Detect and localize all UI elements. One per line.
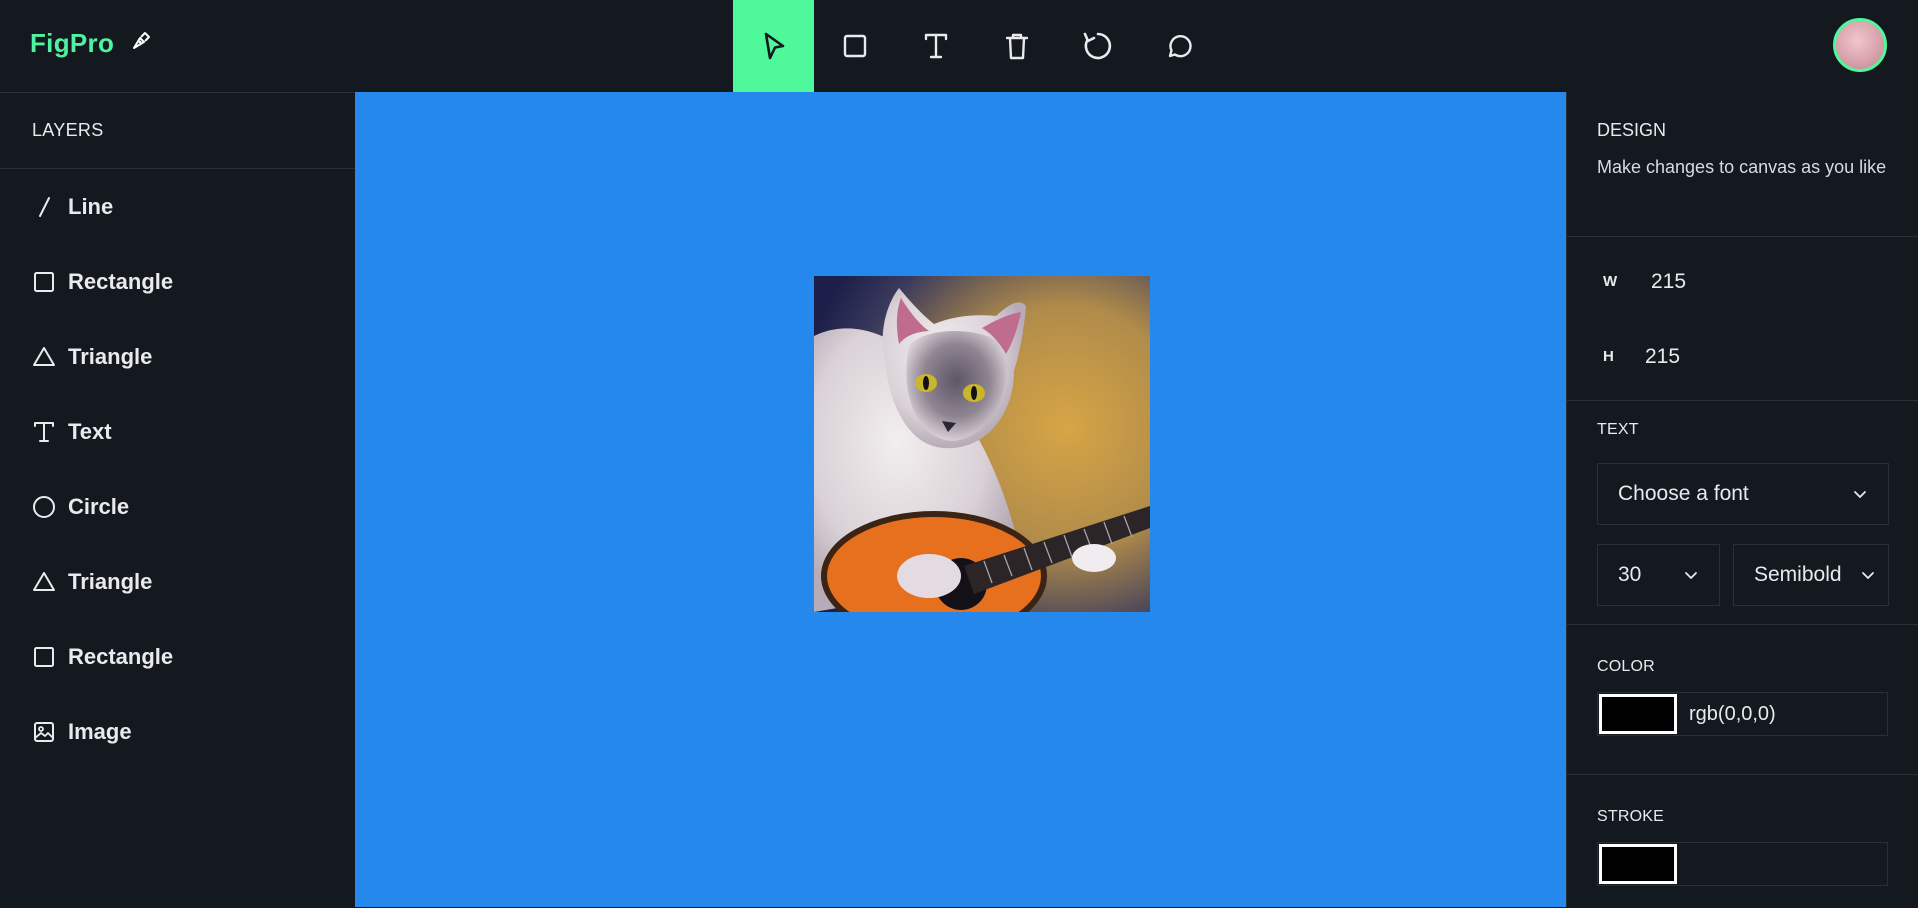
height-label: H bbox=[1603, 348, 1614, 365]
cursor-icon bbox=[764, 32, 784, 60]
text-icon bbox=[924, 33, 947, 59]
text-tool-button[interactable] bbox=[895, 0, 976, 92]
app-logo[interactable]: FigPro bbox=[30, 28, 150, 59]
text-icon bbox=[32, 420, 56, 444]
cat-guitar-image[interactable] bbox=[814, 276, 1150, 612]
font-size-value: 30 bbox=[1618, 563, 1642, 586]
stroke-picker bbox=[1597, 842, 1888, 886]
color-section: COLOR rgb(0,0,0) bbox=[1567, 625, 1918, 775]
square-icon bbox=[843, 34, 866, 58]
font-size-select[interactable]: 30 bbox=[1597, 544, 1720, 606]
stroke-section: STROKE bbox=[1567, 775, 1918, 886]
dimensions-section: W 215 H 215 bbox=[1567, 237, 1918, 401]
layer-item-circle[interactable]: Circle bbox=[0, 469, 355, 544]
chevron-down-icon bbox=[1862, 572, 1874, 579]
design-panel: DESIGN Make changes to canvas as you lik… bbox=[1566, 92, 1918, 907]
chevron-down-icon bbox=[1685, 572, 1697, 579]
triangle-icon bbox=[32, 345, 56, 369]
layer-label: Triangle bbox=[68, 343, 153, 369]
color-value[interactable]: rgb(0,0,0) bbox=[1689, 703, 1776, 726]
trash-icon bbox=[1005, 33, 1028, 60]
width-label: W bbox=[1603, 273, 1618, 290]
stroke-section-title: STROKE bbox=[1597, 808, 1664, 825]
color-swatch[interactable] bbox=[1599, 694, 1677, 734]
layer-label: Rectangle bbox=[68, 643, 174, 669]
layer-label: Line bbox=[68, 193, 114, 219]
reset-tool-button[interactable] bbox=[1057, 0, 1138, 92]
height-input[interactable]: 215 bbox=[1645, 345, 1680, 369]
font-family-value: Choose a font bbox=[1618, 482, 1749, 505]
layers-panel: LAYERS Line Rectangle Triangle Text Circ… bbox=[0, 92, 355, 908]
circle-icon bbox=[32, 495, 56, 519]
layer-item-triangle[interactable]: Triangle bbox=[0, 319, 355, 394]
rectangle-icon bbox=[32, 270, 56, 294]
layer-label: Triangle bbox=[68, 568, 153, 594]
chat-bubble-icon bbox=[1168, 34, 1192, 58]
height-row: H 215 bbox=[1567, 319, 1918, 394]
layer-item-triangle[interactable]: Triangle bbox=[0, 544, 355, 619]
logo-text: FigPro bbox=[30, 28, 115, 58]
layer-item-text[interactable]: Text bbox=[0, 394, 355, 469]
font-weight-value: Semibold bbox=[1754, 563, 1842, 586]
rotate-icon bbox=[1083, 32, 1111, 60]
rectangle-icon bbox=[32, 645, 56, 669]
design-title: DESIGN bbox=[1597, 120, 1667, 140]
color-picker: rgb(0,0,0) bbox=[1597, 692, 1888, 736]
stroke-swatch[interactable] bbox=[1599, 844, 1677, 884]
line-icon bbox=[32, 195, 56, 219]
layer-item-rectangle[interactable]: Rectangle bbox=[0, 619, 355, 694]
layer-item-line[interactable]: Line bbox=[0, 169, 355, 244]
comments-tool-button[interactable] bbox=[1138, 0, 1219, 92]
width-row: W 215 bbox=[1567, 244, 1918, 319]
layer-label: Circle bbox=[68, 493, 130, 519]
layer-label: Image bbox=[68, 718, 132, 744]
tool-bar bbox=[733, 0, 1219, 92]
pen-nib-icon bbox=[133, 32, 150, 49]
rectangle-tool-button[interactable] bbox=[814, 0, 895, 92]
layer-label: Text bbox=[68, 418, 112, 444]
layer-item-rectangle[interactable]: Rectangle bbox=[0, 244, 355, 319]
font-family-select[interactable]: Choose a font bbox=[1597, 463, 1889, 525]
image-icon bbox=[32, 720, 56, 744]
font-weight-select[interactable]: Semibold bbox=[1733, 544, 1889, 606]
select-tool-button[interactable] bbox=[733, 0, 814, 92]
layers-title: LAYERS bbox=[0, 93, 355, 169]
triangle-icon bbox=[32, 570, 56, 594]
user-avatar[interactable] bbox=[1833, 18, 1887, 72]
text-section-title: TEXT bbox=[1597, 421, 1639, 438]
layer-item-image[interactable]: Image bbox=[0, 694, 355, 769]
text-section: TEXT Choose a font 30 Semibold bbox=[1567, 401, 1918, 625]
top-navbar: FigPro bbox=[0, 0, 1918, 92]
design-header: DESIGN Make changes to canvas as you lik… bbox=[1567, 92, 1918, 237]
delete-tool-button[interactable] bbox=[976, 0, 1057, 92]
layer-label: Rectangle bbox=[68, 268, 174, 294]
chevron-down-icon bbox=[1854, 491, 1866, 498]
design-canvas[interactable] bbox=[355, 92, 1566, 907]
width-input[interactable]: 215 bbox=[1651, 270, 1686, 294]
design-subtitle: Make changes to canvas as you like bbox=[1597, 157, 1887, 177]
color-section-title: COLOR bbox=[1597, 658, 1655, 675]
